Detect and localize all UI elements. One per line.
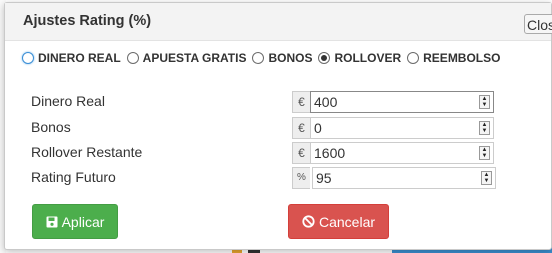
apply-button[interactable]: Aplicar	[32, 204, 118, 239]
form-row-dinero-real: Dinero Real € 400 ▲ ▼	[0, 91, 552, 113]
radio-rollover[interactable]: ROLLOVER	[318, 51, 401, 65]
rating-futuro-input[interactable]: 95 ▲ ▼	[312, 167, 496, 189]
field-value: 400	[314, 94, 338, 110]
percent-addon: %	[292, 167, 310, 189]
spin-down-icon[interactable]: ▼	[480, 102, 489, 108]
field-value: 1600	[314, 145, 346, 161]
dialog-titlebar: Ajustes Rating (%) Close	[5, 3, 552, 41]
radio-reembolso[interactable]: REEMBOLSO	[407, 51, 500, 65]
radio-button[interactable]	[126, 52, 139, 64]
spinner[interactable]: ▲ ▼	[481, 171, 492, 185]
field-value: 0	[314, 120, 322, 136]
spin-down-icon[interactable]: ▼	[480, 153, 489, 159]
field-value: 95	[316, 170, 332, 186]
spinner[interactable]: ▲ ▼	[479, 121, 490, 135]
radio-button[interactable]	[407, 52, 420, 64]
field-label: Rollover Restante	[31, 144, 143, 160]
rollover-restante-input[interactable]: 1600 ▲ ▼	[310, 142, 494, 164]
cancel-label: Cancelar	[318, 213, 376, 230]
currency-addon: €	[292, 142, 310, 164]
field-label: Rating Futuro	[31, 169, 116, 185]
radio-label: REEMBOLSO	[423, 51, 501, 65]
spinner[interactable]: ▲ ▼	[479, 146, 490, 160]
form-row-rating-futuro: Rating Futuro % 95 ▲ ▼	[0, 167, 552, 189]
spin-down-icon[interactable]: ▼	[482, 178, 491, 184]
radio-label: DINERO REAL	[38, 51, 121, 65]
save-icon	[46, 216, 58, 227]
radio-button[interactable]	[252, 52, 265, 64]
ban-icon	[302, 215, 315, 228]
apply-label: Aplicar	[61, 213, 105, 230]
spin-down-icon[interactable]: ▼	[480, 128, 489, 134]
dinero-real-input[interactable]: 400 ▲ ▼	[310, 91, 494, 113]
bonos-input[interactable]: 0 ▲ ▼	[310, 117, 494, 139]
radio-bonos[interactable]: BONOS	[252, 51, 312, 65]
currency-addon: €	[292, 117, 310, 139]
radio-button[interactable]	[318, 52, 331, 64]
radio-dinero-real[interactable]: DINERO REAL	[22, 51, 121, 65]
form-row-bonos: Bonos € 0 ▲ ▼	[0, 117, 552, 139]
cancel-button[interactable]: Cancelar	[288, 204, 389, 239]
close-button[interactable]: Close	[524, 14, 552, 34]
spinner[interactable]: ▲ ▼	[479, 95, 490, 109]
radio-label: APUESTA GRATIS	[142, 51, 247, 65]
radio-button[interactable]	[22, 52, 34, 64]
radio-label: BONOS	[268, 51, 313, 65]
currency-addon: €	[292, 91, 310, 113]
radio-label: ROLLOVER	[334, 51, 402, 65]
radio-apuesta-gratis[interactable]: APUESTA GRATIS	[126, 51, 247, 65]
field-label: Dinero Real	[31, 93, 105, 109]
field-label: Bonos	[31, 119, 71, 135]
form-row-rollover-restante: Rollover Restante € 1600 ▲ ▼	[0, 142, 552, 164]
dialog-title: Ajustes Rating (%)	[23, 13, 152, 29]
fund-type-radio-group: DINERO REAL APUESTA GRATIS BONOS ROLLOVE…	[22, 51, 506, 65]
